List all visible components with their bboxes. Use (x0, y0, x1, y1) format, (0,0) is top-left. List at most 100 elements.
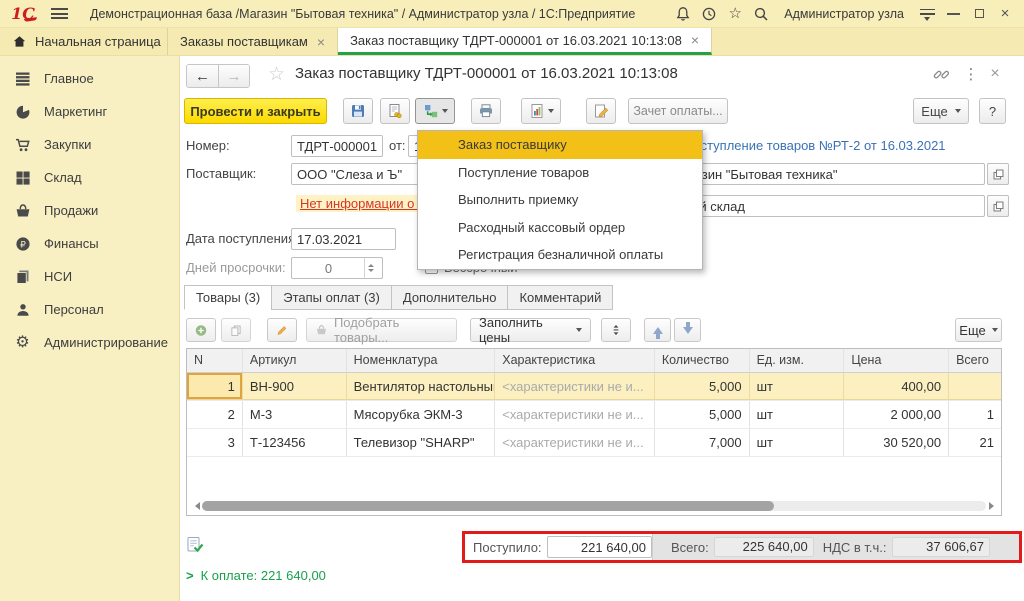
characteristic-cell[interactable]: <характеристики не и... (495, 429, 655, 456)
reports-button[interactable] (521, 98, 561, 124)
move-row-up-button[interactable] (644, 318, 671, 342)
warehouse-open-button[interactable] (987, 195, 1009, 217)
unit-cell[interactable]: шт (750, 401, 845, 428)
total-cell[interactable]: 1 (949, 401, 1001, 428)
sidebar-item-purchases[interactable]: Закупки (0, 128, 179, 161)
fill-prices-button[interactable]: Заполнить цены (470, 318, 591, 342)
nomenclature-cell[interactable]: Мясорубка ЭКМ-3 (347, 401, 496, 428)
receipt-document-link[interactable]: Поступление товаров №РТ-2 от 16.03.2021 (684, 138, 946, 153)
main-menu-button[interactable] (46, 2, 72, 26)
characteristic-cell[interactable]: <характеристики не и... (495, 373, 655, 400)
menu-item-perform-acceptance[interactable]: Выполнить приемку (418, 186, 702, 214)
received-input[interactable]: 221 640,00 (547, 536, 652, 558)
horizontal-scrollbar[interactable] (192, 500, 996, 512)
quantity-cell[interactable]: 5,000 (655, 401, 750, 428)
overdue-days-input[interactable]: 0 (291, 257, 383, 279)
create-based-on-button[interactable] (415, 98, 455, 124)
tab-comment[interactable]: Комментарий (507, 285, 613, 310)
total-cell[interactable]: 21 (949, 429, 1001, 456)
more-table-actions-button[interactable]: Еще (955, 318, 1002, 342)
post-document-button[interactable] (380, 98, 410, 124)
tab-goods[interactable]: Товары (3) (184, 285, 272, 310)
price-cell[interactable]: 30 520,00 (844, 429, 949, 456)
row-number-cell[interactable]: 3 (187, 429, 243, 456)
column-header[interactable]: Артикул (243, 349, 347, 372)
row-number-cell[interactable]: 2 (187, 401, 243, 428)
print-button[interactable] (471, 98, 501, 124)
sidebar-item-administration[interactable]: ⚙ Администрирование (0, 326, 179, 359)
store-input[interactable]: Магазин "Бытовая техника" (666, 163, 985, 185)
post-and-close-button[interactable]: Провести и закрыть (184, 98, 327, 124)
table-row[interactable]: 2 М-3 Мясорубка ЭКМ-3 <характеристики не… (187, 401, 1001, 429)
unit-cell[interactable]: шт (750, 373, 845, 400)
move-row-down-button[interactable] (674, 318, 701, 342)
tab-supplier-order-document[interactable]: Заказ поставщику ТДРТ-000001 от 16.03.20… (338, 28, 712, 55)
quantity-cell[interactable]: 5,000 (655, 373, 750, 400)
close-icon[interactable]: × (317, 35, 325, 49)
back-button[interactable]: ← (187, 65, 218, 87)
table-row[interactable]: 3 Т-123456 Телевизор "SHARP" <характерис… (187, 429, 1001, 457)
table-row[interactable]: 1 ВН-900 Вентилятор настольный <характер… (187, 373, 1001, 401)
scrollbar-track[interactable] (202, 501, 986, 511)
offset-payment-button[interactable]: Зачет оплаты... (628, 98, 728, 124)
nomenclature-cell[interactable]: Телевизор "SHARP" (347, 429, 496, 456)
favorite-star-icon[interactable]: ☆ (268, 65, 285, 84)
column-header[interactable]: Ед. изм. (750, 349, 845, 372)
receipt-date-input[interactable]: 17.03.2021 (291, 228, 396, 250)
current-user[interactable]: Администратор узла (784, 7, 904, 21)
help-button[interactable]: ? (979, 98, 1006, 124)
menu-item-cash-outflow-order[interactable]: Расходный кассовый ордер (418, 214, 702, 242)
scroll-left-arrow[interactable] (192, 500, 202, 512)
total-cell[interactable] (949, 373, 1001, 400)
notifications-button[interactable] (670, 2, 696, 26)
forward-button[interactable]: → (218, 65, 249, 87)
sidebar-item-sales[interactable]: Продажи (0, 194, 179, 227)
more-form-actions-button[interactable]: ⋮ (961, 64, 981, 84)
history-button[interactable] (696, 2, 722, 26)
article-cell[interactable]: ВН-900 (243, 373, 347, 400)
characteristic-cell[interactable]: <характеристики не и... (495, 401, 655, 428)
article-cell[interactable]: Т-123456 (243, 429, 347, 456)
column-header[interactable]: N (187, 349, 243, 372)
sidebar-item-personnel[interactable]: Персонал (0, 293, 179, 326)
store-open-button[interactable] (987, 163, 1009, 185)
tab-additional[interactable]: Дополнительно (391, 285, 509, 310)
spinner-icon[interactable] (364, 258, 377, 278)
price-cell[interactable]: 400,00 (844, 373, 949, 400)
payment-due-link[interactable]: К оплате: 221 640,00 (201, 568, 326, 583)
close-icon[interactable]: × (691, 33, 699, 47)
tab-supplier-orders[interactable]: Заказы поставщикам × (168, 28, 338, 55)
price-cell[interactable]: 2 000,00 (844, 401, 949, 428)
pick-goods-button[interactable]: Подобрать товары... (306, 318, 457, 342)
more-commands-button[interactable]: Еще (913, 98, 969, 124)
save-button[interactable] (343, 98, 373, 124)
row-number-cell[interactable]: 1 (187, 373, 243, 400)
tab-home[interactable]: Начальная страница (0, 28, 168, 55)
sidebar-item-finance[interactable]: ₽ Финансы (0, 227, 179, 260)
menu-item-supplier-order[interactable]: Заказ поставщику (418, 131, 702, 159)
search-button[interactable] (748, 2, 774, 26)
sidebar-item-warehouse[interactable]: Склад (0, 161, 179, 194)
menu-item-goods-receipt[interactable]: Поступление товаров (418, 159, 702, 187)
column-header[interactable]: Цена (844, 349, 949, 372)
article-cell[interactable]: М-3 (243, 401, 347, 428)
no-contact-warning-link[interactable]: Нет информации о кон (296, 195, 417, 212)
get-link-button[interactable] (931, 64, 951, 84)
quantity-cell[interactable]: 7,000 (655, 429, 750, 456)
edit-document-button[interactable] (586, 98, 616, 124)
nomenclature-cell[interactable]: Вентилятор настольный (347, 373, 496, 400)
menu-item-noncash-payment[interactable]: Регистрация безналичной оплаты (418, 241, 702, 269)
expand-rows-button[interactable] (601, 318, 631, 342)
column-header[interactable]: Количество (655, 349, 750, 372)
unit-cell[interactable]: шт (750, 429, 845, 456)
column-header[interactable]: Характеристика (495, 349, 655, 372)
scroll-right-arrow[interactable] (986, 500, 996, 512)
minimize-button[interactable] (940, 2, 966, 26)
maximize-button[interactable] (966, 2, 992, 26)
sidebar-item-main[interactable]: Главное (0, 62, 179, 95)
close-form-button[interactable]: × (985, 64, 1005, 84)
service-menu-button[interactable] (914, 2, 940, 26)
sidebar-item-nsi[interactable]: НСИ (0, 260, 179, 293)
payment-due-line[interactable]: > К оплате: 221 640,00 (186, 568, 326, 583)
tab-payment-stages[interactable]: Этапы оплат (3) (271, 285, 392, 310)
